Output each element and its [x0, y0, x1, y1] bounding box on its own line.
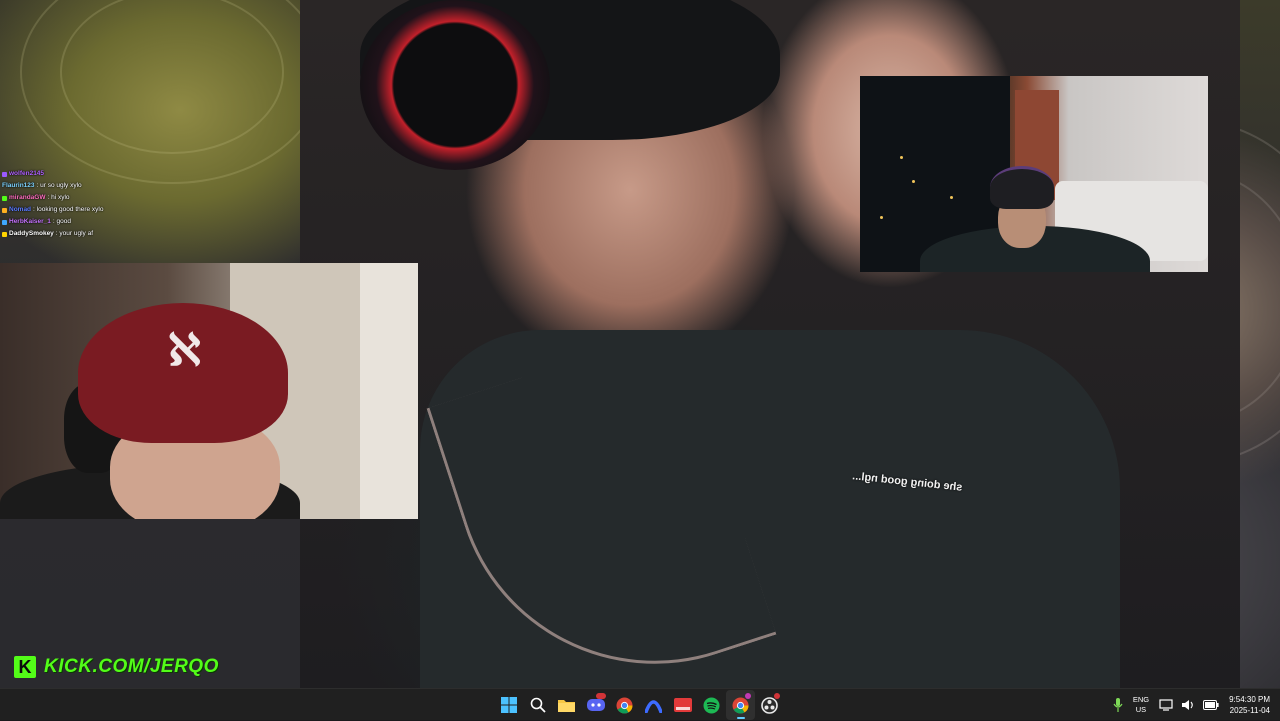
microphone-button[interactable]: [1113, 698, 1123, 712]
chat-username: HerbKaiser_1: [9, 218, 51, 225]
system-tray: ENG US 9:54:30 PM 2025-11-04: [1109, 689, 1280, 721]
chat-message: Nomad : looking good there xylo: [2, 204, 262, 216]
profile-badge: [745, 693, 751, 699]
streaming-app-button[interactable]: [668, 690, 697, 720]
chrome-profile-button[interactable]: [726, 690, 755, 720]
chat-username: Nomad: [9, 206, 32, 213]
chat-badge-icon: [2, 171, 7, 177]
chat-badge-icon: [2, 195, 7, 201]
volume-icon: [1182, 700, 1193, 710]
light-dot: [900, 156, 903, 159]
chat-text: : hi xylo: [47, 194, 70, 201]
headphone-shape: [360, 0, 550, 170]
light-dot: [950, 196, 953, 199]
chat-text: : ur so ugly xylo: [36, 182, 82, 189]
search-icon: [530, 697, 546, 713]
chat-username: DaddySmokey: [9, 230, 54, 237]
region-code: US: [1135, 705, 1147, 714]
battery-icon: [1203, 700, 1219, 710]
webcam-left: ℵ: [0, 263, 418, 519]
chrome-icon: [616, 697, 633, 713]
light-dot: [912, 180, 915, 183]
spotify-icon: [703, 697, 720, 713]
streaming-app-icon: [673, 698, 692, 712]
volume-button[interactable]: [1181, 699, 1195, 711]
recording-badge: [774, 693, 780, 699]
clock[interactable]: 9:54:30 PM 2025-11-04: [1229, 694, 1270, 716]
file-explorer-button[interactable]: [552, 690, 581, 720]
beanie-shape: [990, 166, 1054, 209]
chat-message: mirandaGW : hi xylo: [2, 192, 262, 204]
door-shape: [360, 263, 418, 519]
light-dot: [880, 216, 883, 219]
battery-button[interactable]: [1203, 700, 1219, 710]
chat-message: Flaurin123 : ur so ugly xylo: [2, 180, 262, 192]
chat-badge-icon: [2, 219, 7, 225]
discord-button[interactable]: [581, 690, 610, 720]
chat-text: : looking good there xylo: [33, 206, 104, 213]
obs-icon: [761, 696, 778, 714]
folder-icon: [558, 700, 575, 712]
chrome-icon: [732, 697, 749, 713]
chat-text: : good: [52, 218, 71, 225]
kick-logo-icon: K: [14, 656, 36, 678]
chat-badge-icon: [2, 207, 7, 213]
webcam-right: [860, 76, 1208, 272]
chat-username: Flaurin123: [2, 182, 35, 189]
taskbar-apps: [494, 689, 784, 721]
chrome-button[interactable]: [610, 690, 639, 720]
chat-overlay: wolfen2145 Flaurin123 : ur so ugly xylo …: [2, 168, 262, 240]
discord-icon: [586, 699, 605, 711]
language-code: ENG: [1132, 695, 1150, 704]
spotify-button[interactable]: [697, 690, 726, 720]
chat-badge-icon: [2, 231, 7, 237]
chat-message: HerbKaiser_1 : good: [2, 216, 262, 228]
windows-logo-icon: [500, 697, 517, 713]
arc-button[interactable]: [639, 690, 668, 720]
start-button[interactable]: [494, 690, 523, 720]
kick-banner: K KICK.COM/JERQO: [14, 656, 219, 678]
taskbar: ENG US 9:54:30 PM 2025-11-04: [0, 688, 1280, 720]
arc-icon: [645, 699, 662, 713]
clock-time: 9:54:30 PM: [1229, 695, 1270, 704]
chat-text: : your ugly af: [55, 230, 94, 237]
chat-username: wolfen2145: [9, 170, 45, 177]
chat-message: DaddySmokey : your ugly af: [2, 228, 262, 240]
language-indicator[interactable]: ENG US: [1133, 695, 1149, 715]
ny-logo-icon: ℵ: [168, 325, 201, 376]
obs-button[interactable]: [755, 690, 784, 720]
network-button[interactable]: [1159, 699, 1173, 711]
clock-date: 2025-11-04: [1229, 706, 1270, 715]
microphone-icon: [1113, 698, 1123, 712]
kick-url: KICK.COM/JERQO: [44, 656, 219, 677]
network-icon: [1159, 699, 1173, 711]
search-button[interactable]: [523, 690, 552, 720]
chat-username: mirandaGW: [9, 194, 46, 201]
notification-badge: [596, 693, 606, 699]
chat-message: wolfen2145: [2, 168, 262, 180]
